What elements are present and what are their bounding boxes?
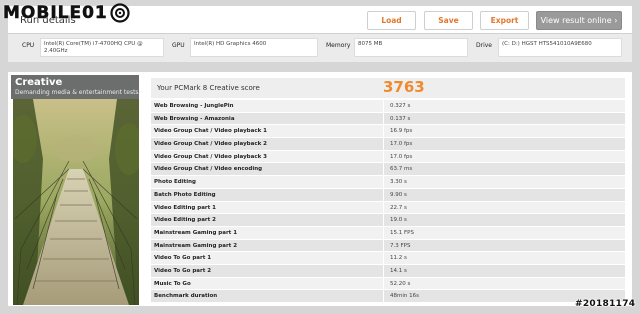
result-value: 16.9 fps: [383, 125, 625, 138]
drive-label: Drive: [476, 42, 492, 49]
drive-value: (C: D:) HGST HTS541010A9E680: [498, 38, 622, 57]
score-label: Your PCMark 8 Creative score: [157, 84, 260, 92]
result-label: Video Group Chat / Video playback 1: [154, 128, 267, 135]
result-value: 7.3 FPS: [383, 239, 625, 252]
result-label: Video To Go part 1: [154, 255, 212, 262]
table-row: Video Editing part 2 19.0 s: [151, 214, 625, 227]
result-label: Video Group Chat / Video playback 2: [154, 141, 267, 148]
result-value: 17.0 fps: [383, 138, 625, 150]
result-value: 22.7 s: [383, 201, 625, 214]
result-label: Web Browsing - JunglePin: [154, 103, 234, 109]
result-label: Video Editing part 1: [154, 204, 216, 211]
result-value: 17.0 fps: [383, 150, 625, 163]
load-button[interactable]: Load: [367, 11, 416, 30]
cpu-label: CPU: [22, 42, 35, 49]
creative-sidebar: Creative Demanding media & entertainment…: [11, 75, 139, 305]
result-value: 19.0 s: [383, 214, 625, 226]
table-row: Video To Go part 1 11.2 s: [151, 252, 625, 265]
table-row: Video Editing part 1 22.7 s: [151, 201, 625, 215]
creative-panel: Creative Demanding media & entertainment…: [8, 72, 632, 306]
result-label: Batch Photo Editing: [154, 191, 216, 198]
creative-header: Creative Demanding media & entertainment…: [11, 75, 139, 99]
creative-subtitle: Demanding media & entertainment tests: [15, 89, 139, 96]
score-row: Your PCMark 8 Creative score 3763: [151, 78, 625, 98]
result-value: 9.90 s: [383, 188, 625, 201]
creative-title: Creative: [15, 77, 63, 88]
camera-lens-icon: [110, 3, 130, 23]
result-value: 0.327 s: [383, 100, 625, 112]
table-row: Web Browsing - JunglePin 0.327 s: [151, 100, 625, 113]
results-table: Web Browsing - JunglePin 0.327 s Web Brows…: [151, 100, 625, 303]
result-label: Video Group Chat / Video playback 3: [154, 153, 267, 160]
table-row: Video Group Chat / Video playback 1 16.9 …: [151, 125, 625, 139]
rope-bridge-image: [13, 99, 139, 305]
table-row: Batch Photo Editing 9.90 s: [151, 188, 625, 202]
table-row: Video Group Chat / Video encoding 63.7 ms: [151, 163, 625, 177]
mobile01-logo: MOBILE01: [3, 2, 130, 24]
result-label: Web Browsing - Amazonia: [154, 115, 235, 122]
result-value: 11.2 s: [383, 252, 625, 264]
result-value: 0.137 s: [383, 112, 625, 125]
logo-text: MOBILE01: [3, 3, 108, 24]
result-label: Benchmark duration: [154, 293, 218, 300]
result-label: Video Group Chat / Video encoding: [154, 166, 263, 173]
system-details: CPU Intel(R) Core(TM) i7-4700HQ CPU @ 2.…: [8, 34, 632, 62]
table-row: Photo Editing 3.30 s: [151, 176, 625, 189]
result-label: Video To Go part 2: [154, 267, 212, 274]
result-label: Video Editing part 2: [154, 217, 216, 224]
save-button[interactable]: Save: [424, 11, 473, 30]
table-row: Benchmark duration 48min 16s: [151, 290, 625, 303]
post-id-watermark: #20181174: [575, 299, 636, 309]
result-label: Mainstream Gaming part 1: [154, 229, 238, 236]
gpu-label: GPU: [172, 42, 185, 49]
result-value: 14.1 s: [383, 264, 625, 277]
result-value: 3.30 s: [383, 176, 625, 188]
table-row: Music To Go 52.20 s: [151, 277, 625, 291]
result-value: 52.20 s: [383, 277, 625, 290]
result-label: Music To Go: [154, 280, 191, 287]
table-row: Web Browsing - Amazonia 0.137 s: [151, 112, 625, 126]
memory-label: Memory: [326, 42, 351, 49]
result-value: 63.7 ms: [383, 163, 625, 176]
score-value: 3763: [383, 78, 425, 96]
table-row: Video Group Chat / Video playback 3 17.0 …: [151, 150, 625, 164]
memory-value: 8075 MB: [354, 38, 468, 57]
result-label: Photo Editing: [154, 179, 196, 186]
result-label: Mainstream Gaming part 2: [154, 242, 238, 249]
view-result-online-button[interactable]: View result online ›: [536, 11, 622, 30]
table-row: Mainstream Gaming part 2 7.3 FPS: [151, 239, 625, 253]
export-button[interactable]: Export: [480, 11, 529, 30]
cpu-value: Intel(R) Core(TM) i7-4700HQ CPU @ 2.40GH…: [40, 38, 164, 57]
table-row: Mainstream Gaming part 1 15.1 FPS: [151, 226, 625, 240]
table-row: Video Group Chat / Video playback 2 17.0 …: [151, 138, 625, 151]
gpu-value: Intel(R) HD Graphics 4600: [190, 38, 318, 57]
table-row: Video To Go part 2 14.1 s: [151, 264, 625, 278]
result-value: 15.1 FPS: [383, 226, 625, 239]
